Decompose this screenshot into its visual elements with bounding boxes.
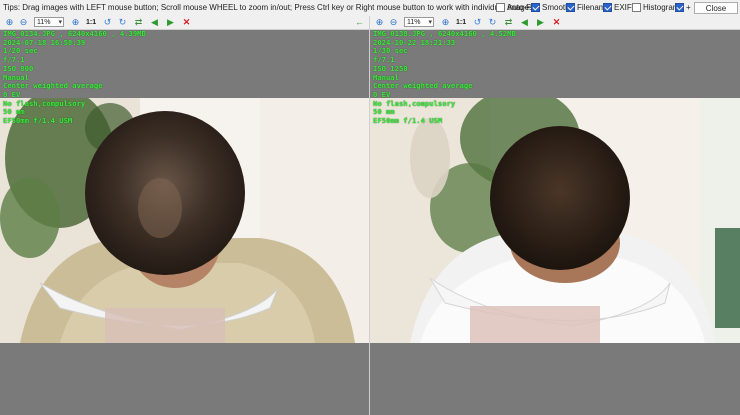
right-image-pane[interactable]: ⊕ ⊖ 11% ⊕ 1:1 ↺ ↻ ⇄ ◀ ▶ ✕ bbox=[370, 16, 740, 415]
exif-checkbox[interactable] bbox=[603, 3, 612, 12]
filename-checkbox[interactable] bbox=[566, 3, 575, 12]
rotate-left-icon[interactable]: ↺ bbox=[472, 17, 483, 28]
plus-checkbox[interactable] bbox=[675, 3, 684, 12]
rotate-left-icon[interactable]: ↺ bbox=[102, 17, 113, 28]
left-toolbar: ⊕ ⊖ 11% ⊕ 1:1 ↺ ↻ ⇄ ◀ ▶ ✕ ← bbox=[0, 16, 369, 30]
exif-line: EF50mm f/1.4 USM bbox=[3, 116, 73, 126]
exif-option[interactable]: EXIF bbox=[603, 3, 632, 12]
zoom-in-icon[interactable]: ⊕ bbox=[4, 17, 15, 28]
histogram-checkbox[interactable] bbox=[632, 3, 641, 12]
fit-icon[interactable]: ⊕ bbox=[440, 17, 451, 28]
autofit-option[interactable]: Auto-Fit bbox=[496, 3, 535, 12]
rotate-right-icon[interactable]: ↻ bbox=[117, 17, 128, 28]
left-zoom-select[interactable]: 11% bbox=[34, 17, 64, 28]
next-image-icon[interactable]: ▶ bbox=[535, 17, 546, 28]
previous-image-icon[interactable]: ◀ bbox=[519, 17, 530, 28]
histogram-label: Histogram bbox=[643, 3, 680, 12]
right-toolbar: ⊕ ⊖ 11% ⊕ 1:1 ↺ ↻ ⇄ ◀ ▶ ✕ bbox=[370, 16, 740, 30]
one-to-one-button[interactable]: 1:1 bbox=[86, 17, 96, 28]
top-bar: Tips: Drag images with LEFT mouse button… bbox=[0, 0, 740, 17]
smooth-option[interactable]: Smooth bbox=[531, 3, 570, 12]
left-image-pane[interactable]: ⊕ ⊖ 11% ⊕ 1:1 ↺ ↻ ⇄ ◀ ▶ ✕ ← bbox=[0, 16, 369, 415]
histogram-option[interactable]: Histogram bbox=[632, 3, 679, 12]
right-exif-overlay: IMG_0138.JPG , 6240x4160 , 4.52MB 2024-10… bbox=[373, 29, 516, 126]
exif-line: Center weighted average bbox=[3, 81, 103, 91]
left-photo bbox=[0, 98, 369, 343]
fit-icon[interactable]: ⊕ bbox=[70, 17, 81, 28]
right-photo bbox=[370, 98, 740, 343]
close-x-icon[interactable]: ✕ bbox=[551, 17, 562, 28]
plus-label: + bbox=[686, 3, 691, 12]
zoom-out-icon[interactable]: ⊖ bbox=[388, 17, 399, 28]
smooth-checkbox[interactable] bbox=[531, 3, 540, 12]
exif-line: EF50mm f/1.4 USM bbox=[373, 116, 443, 126]
flip-icon[interactable]: ⇄ bbox=[133, 17, 144, 28]
plus-option[interactable]: + bbox=[675, 3, 691, 12]
back-arrow-icon[interactable]: ← bbox=[354, 17, 365, 28]
left-exif-overlay: IMG_0134.JPG , 6240x4160 , 4.39MB 2024-07… bbox=[3, 29, 146, 126]
tips-text: Tips: Drag images with LEFT mouse button… bbox=[3, 3, 536, 12]
exif-label: EXIF bbox=[614, 3, 632, 12]
exif-line: Center weighted average bbox=[373, 81, 473, 91]
one-to-one-button[interactable]: 1:1 bbox=[456, 17, 466, 28]
autofit-checkbox[interactable] bbox=[496, 3, 505, 12]
close-x-icon[interactable]: ✕ bbox=[181, 17, 192, 28]
zoom-in-icon[interactable]: ⊕ bbox=[374, 17, 385, 28]
next-image-icon[interactable]: ▶ bbox=[165, 17, 176, 28]
close-button[interactable]: Close bbox=[694, 2, 738, 14]
zoom-out-icon[interactable]: ⊖ bbox=[18, 17, 29, 28]
right-zoom-select[interactable]: 11% bbox=[404, 17, 434, 28]
flip-icon[interactable]: ⇄ bbox=[503, 17, 514, 28]
previous-image-icon[interactable]: ◀ bbox=[149, 17, 160, 28]
rotate-right-icon[interactable]: ↻ bbox=[487, 17, 498, 28]
